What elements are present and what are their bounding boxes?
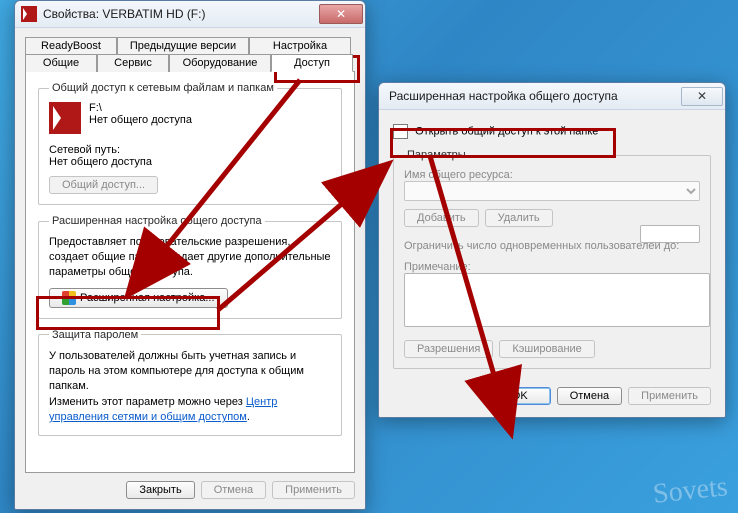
advanced-settings-label: Расширенная настройка... — [80, 292, 215, 304]
cancel-button[interactable]: Отмена — [201, 481, 266, 499]
apply-button[interactable]: Применить — [272, 481, 355, 499]
tab-sharing[interactable]: Доступ — [271, 54, 353, 72]
cancel-button[interactable]: Отмена — [557, 387, 622, 405]
params-group: Параметры Имя общего ресурса: Добавить У… — [393, 149, 711, 369]
advanced-settings-button[interactable]: Расширенная настройка... — [49, 288, 228, 308]
titlebar[interactable]: Свойства: VERBATIM HD (F:) ✕ — [15, 1, 365, 28]
apply-button[interactable]: Применить — [628, 387, 711, 405]
open-share-checkbox[interactable] — [393, 124, 408, 139]
network-share-group: Общий доступ к сетевым файлам и папкам F… — [38, 82, 342, 205]
remove-button[interactable]: Удалить — [485, 209, 553, 227]
permissions-button[interactable]: Разрешения — [404, 340, 493, 358]
titlebar[interactable]: Расширенная настройка общего доступа ✕ — [379, 83, 725, 110]
limit-spinner[interactable] — [640, 225, 700, 243]
add-button[interactable]: Добавить — [404, 209, 479, 227]
netpath-label: Сетевой путь: — [49, 144, 331, 156]
window-title: Расширенная настройка общего доступа — [389, 89, 681, 103]
group-legend: Защита паролем — [49, 329, 141, 341]
tab-panel: Общий доступ к сетевым файлам и папкам F… — [25, 71, 355, 473]
group-legend: Параметры — [404, 149, 469, 161]
app-icon — [21, 6, 37, 22]
tab-tools[interactable]: Сервис — [97, 54, 169, 72]
tab-readyboost[interactable]: ReadyBoost — [25, 37, 117, 54]
advanced-desc: Предоставляет пользовательские разрешени… — [49, 235, 331, 280]
dialog-footer: Закрыть Отмена Применить — [25, 481, 355, 499]
netpath-value: Нет общего доступа — [49, 156, 331, 168]
tab-general[interactable]: Общие — [25, 54, 97, 72]
open-share-label: Открыть общий доступ к этой папке — [415, 125, 598, 137]
note-textarea[interactable] — [404, 273, 710, 327]
tab-previous-versions[interactable]: Предыдущие версии — [117, 37, 249, 54]
caching-button[interactable]: Кэширование — [499, 340, 594, 358]
protect-suffix: . — [247, 411, 250, 423]
advanced-sharing-window: Расширенная настройка общего доступа ✕ О… — [378, 82, 726, 418]
tab-row-bottom: Общие Сервис Оборудование Доступ — [25, 53, 355, 71]
drive-path: F:\ — [89, 102, 192, 114]
ok-button[interactable]: OK — [489, 387, 551, 405]
shield-icon — [62, 291, 76, 305]
tab-hardware[interactable]: Оборудование — [169, 54, 271, 72]
password-protect-group: Защита паролем У пользователей должны бы… — [38, 329, 342, 437]
advanced-share-group: Расширенная настройка общего доступа Пре… — [38, 215, 342, 319]
note-label: Примечание: — [404, 261, 700, 273]
share-status: Нет общего доступа — [89, 114, 192, 126]
tab-customize[interactable]: Настройка — [249, 37, 351, 54]
dialog-footer: OK Отмена Применить — [393, 387, 711, 405]
close-dialog-button[interactable]: Закрыть — [126, 481, 194, 499]
tab-row-top: ReadyBoost Предыдущие версии Настройка — [25, 36, 355, 53]
properties-window: Свойства: VERBATIM HD (F:) ✕ ReadyBoost … — [14, 0, 366, 510]
drive-icon — [49, 102, 81, 134]
window-title: Свойства: VERBATIM HD (F:) — [43, 7, 319, 21]
resource-name-select[interactable] — [404, 181, 700, 201]
close-button[interactable]: ✕ — [681, 87, 723, 106]
resource-name-label: Имя общего ресурса: — [404, 169, 700, 181]
watermark: Sovets — [652, 471, 730, 511]
group-legend: Общий доступ к сетевым файлам и папкам — [49, 82, 277, 94]
share-button[interactable]: Общий доступ... — [49, 176, 158, 194]
close-button[interactable]: ✕ — [319, 4, 363, 24]
group-legend: Расширенная настройка общего доступа — [49, 215, 265, 227]
